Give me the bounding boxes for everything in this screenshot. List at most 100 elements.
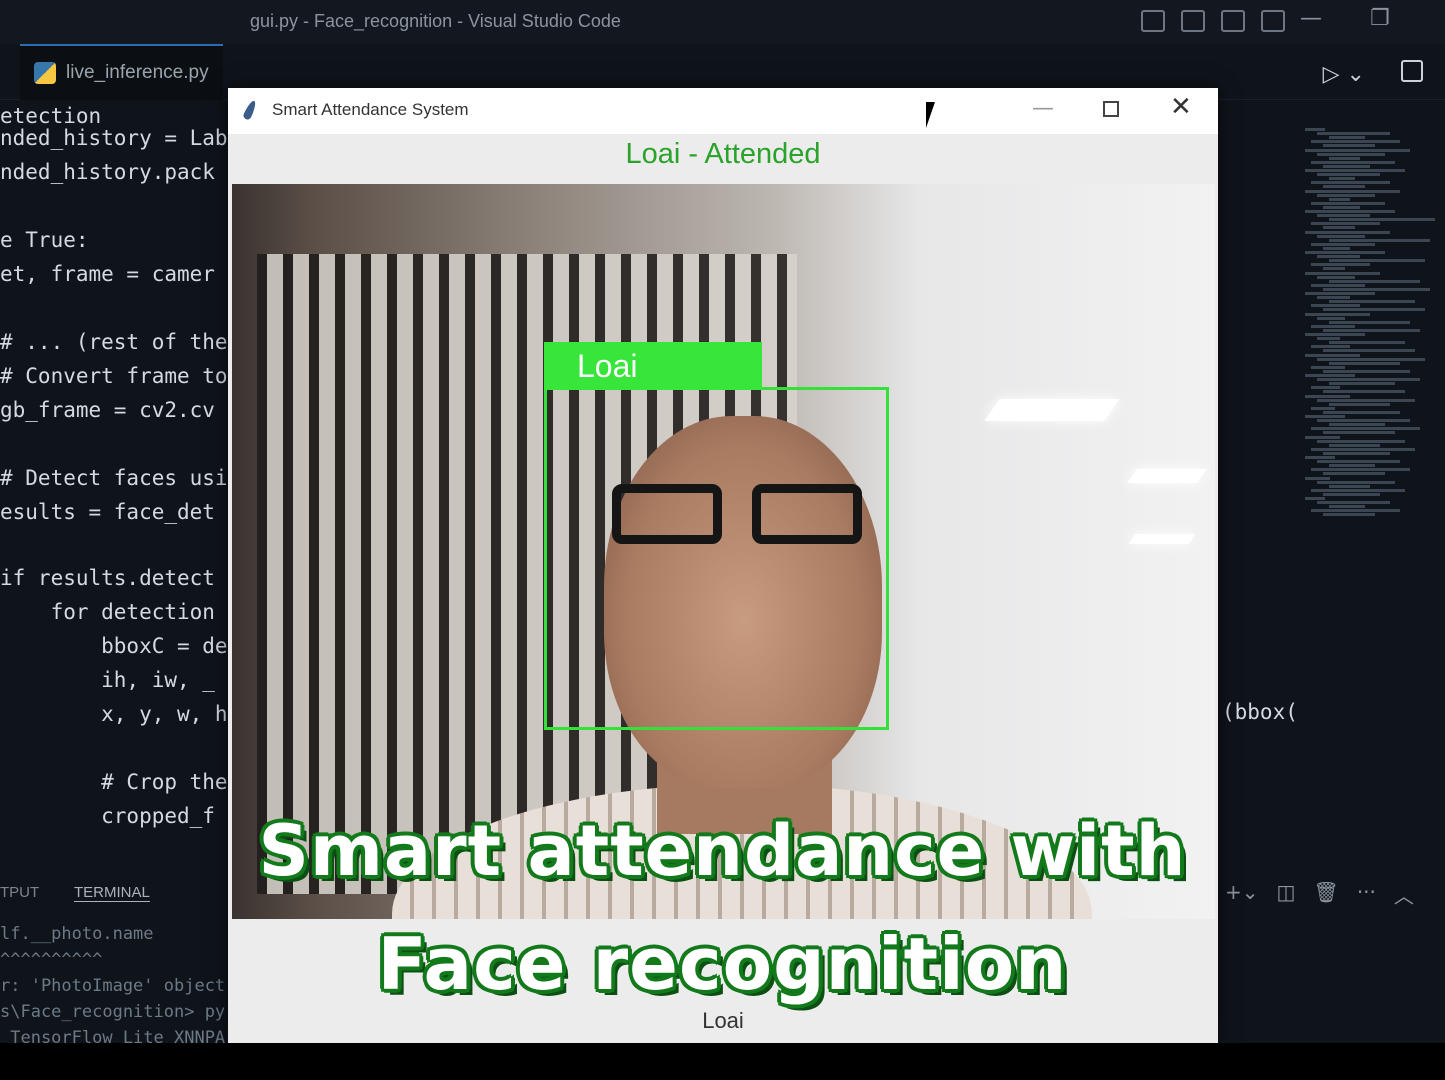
attendance-window: Smart Attendance System — ✕ Loai - Atten…: [228, 88, 1218, 1043]
minimap-line: [1311, 140, 1400, 144]
minimap-line: [1323, 267, 1345, 271]
ceiling-light: [1128, 534, 1196, 544]
caption-line-2: Face recognition: [377, 922, 1068, 1006]
tab-live-inference[interactable]: live_inference.py: [20, 44, 223, 100]
minimap-line: [1305, 312, 1370, 316]
code-fragment: (bbox(: [1222, 700, 1298, 724]
minimap-line: [1305, 148, 1410, 152]
minimap-line: [1329, 402, 1390, 406]
minimap-line: [1305, 435, 1340, 439]
minimap-line: [1311, 181, 1390, 185]
minimap-line: [1305, 169, 1405, 172]
toggle-secondary-sidebar-icon[interactable]: [1221, 10, 1245, 32]
minimap-line: [1323, 328, 1420, 332]
minimap-line: [1305, 128, 1325, 131]
minimize-button[interactable]: —: [1032, 96, 1054, 121]
minimap-line: [1311, 386, 1340, 390]
minimap-line: [1329, 505, 1365, 509]
tab-label: live_inference.py: [66, 62, 209, 83]
code-line: # Crop the: [0, 770, 228, 794]
minimap-line: [1311, 365, 1345, 369]
code-line: et, frame = camer: [0, 262, 215, 286]
minimap-line: [1311, 201, 1385, 205]
minimap-line: [1317, 193, 1375, 197]
minimap-line: [1305, 353, 1360, 357]
minimap-line: [1323, 410, 1400, 414]
minimap-line: [1317, 296, 1350, 300]
minimap-line: [1317, 275, 1355, 279]
minimap-line: [1323, 185, 1365, 189]
code-line: if results.detect: [0, 566, 215, 590]
minimap-line: [1317, 398, 1415, 402]
minimap-line: [1317, 132, 1390, 136]
minimap-line: [1305, 230, 1390, 234]
close-button[interactable]: ✕: [1170, 92, 1192, 122]
minimap-line: [1311, 160, 1395, 164]
code-line: esults = face_det: [0, 500, 215, 524]
minimap-line: [1317, 357, 1425, 361]
minimap-line: [1305, 415, 1345, 418]
layout-icons: [1141, 10, 1285, 32]
minimap-line: [1323, 164, 1370, 168]
toggle-panel-icon[interactable]: [1181, 10, 1205, 32]
toggle-sidebar-icon[interactable]: [1141, 10, 1165, 32]
minimap-line: [1329, 156, 1360, 160]
minimap[interactable]: [1305, 128, 1445, 528]
caption-line-1: Smart attendance with: [258, 810, 1187, 892]
minimap-line: [1305, 476, 1330, 480]
split-editor-icon[interactable]: [1401, 60, 1423, 82]
minimap-line: [1317, 419, 1410, 423]
code-line: ih, iw, _: [0, 668, 215, 692]
minimap-line: [1311, 222, 1380, 226]
minimap-line: [1317, 214, 1370, 218]
minimap-line: [1329, 197, 1350, 201]
code-line: nded_history.pack: [0, 160, 215, 184]
minimap-line: [1305, 210, 1395, 213]
minimap-line: [1305, 271, 1380, 275]
minimap-line: [1323, 205, 1360, 209]
minimap-line: [1311, 468, 1410, 472]
minimap-line: [1323, 226, 1355, 230]
minimap-line: [1317, 460, 1400, 464]
minimap-line: [1329, 423, 1385, 427]
code-line: bboxC = de: [0, 634, 228, 658]
minimap-line: [1329, 136, 1365, 140]
vscode-restore-icon[interactable]: ❐: [1370, 6, 1390, 31]
app-titlebar: Smart Attendance System — ✕: [228, 88, 1218, 134]
minimap-line: [1311, 263, 1370, 267]
minimap-line: [1323, 144, 1375, 148]
minimap-line: [1305, 251, 1385, 254]
run-icon[interactable]: ▷ ⌄: [1323, 62, 1365, 87]
minimap-line: [1305, 374, 1355, 377]
minimap-line: [1317, 255, 1360, 259]
minimap-line: [1305, 292, 1375, 295]
ceiling-light: [984, 399, 1120, 421]
minimap-line: [1317, 234, 1365, 238]
minimap-line: [1329, 382, 1395, 386]
minimap-line: [1323, 349, 1415, 353]
face-bounding-box: [544, 387, 889, 730]
minimap-line: [1323, 287, 1430, 291]
mouse-cursor-icon: [926, 102, 935, 128]
minimap-line: [1323, 431, 1395, 435]
minimap-line: [1311, 242, 1375, 246]
customize-layout-icon[interactable]: [1261, 10, 1285, 32]
vscode-titlebar: gui.py - Face_recognition - Visual Studi…: [0, 0, 1445, 44]
minimap-line: [1329, 279, 1420, 283]
minimap-line: [1311, 447, 1415, 451]
minimap-line: [1329, 300, 1415, 304]
code-line: # ... (rest of the: [0, 330, 228, 354]
minimap-line: [1329, 259, 1425, 263]
minimap-line: [1305, 456, 1335, 459]
maximize-button[interactable]: [1103, 101, 1119, 117]
minimap-line: [1317, 337, 1340, 341]
vscode-minimize-icon[interactable]: —: [1300, 6, 1322, 31]
minimap-line: [1311, 283, 1365, 287]
minimap-line: [1329, 443, 1380, 447]
minimap-line: [1305, 497, 1325, 500]
face-label: Loai: [577, 348, 638, 384]
minimap-line: [1311, 345, 1350, 349]
code-line: x, y, w, h: [0, 702, 228, 726]
minimap-line: [1329, 177, 1355, 181]
minimap-line: [1317, 152, 1385, 156]
